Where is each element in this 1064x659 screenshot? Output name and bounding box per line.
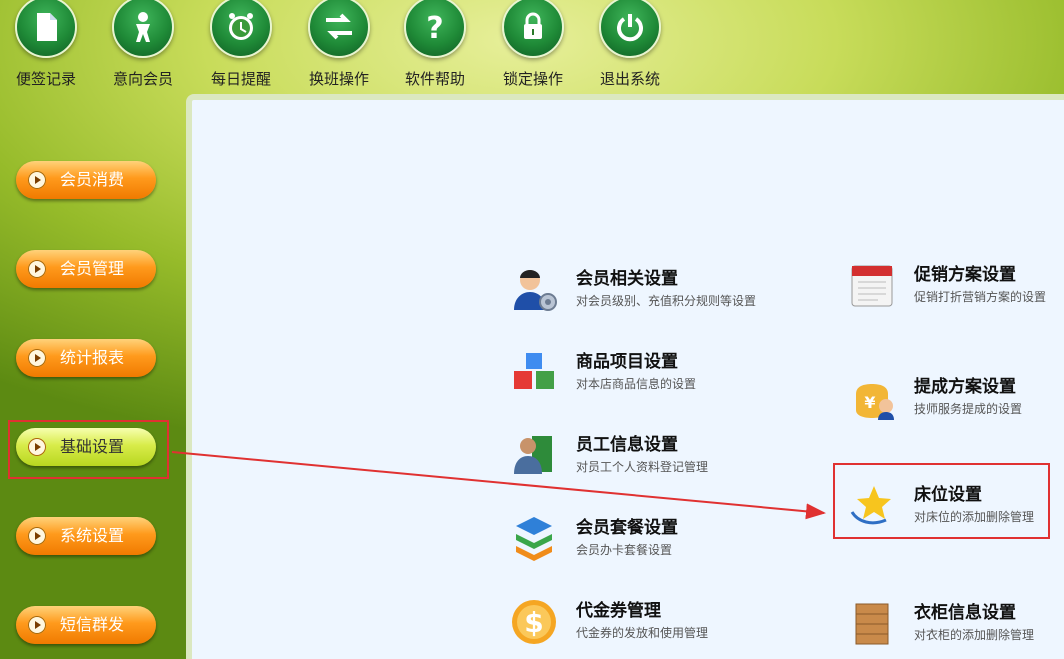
stacked-layers-icon bbox=[510, 515, 558, 563]
toolbar-label: 意向会员 bbox=[112, 70, 173, 88]
highlight-box-sidebar bbox=[8, 420, 169, 479]
item-title: 衣柜信息设置 bbox=[914, 603, 1016, 623]
item-desc: 对本店商品信息的设置 bbox=[576, 377, 697, 391]
toolbar-reminder-button[interactable]: 每日提醒 bbox=[196, 0, 286, 89]
toolbar-label: 软件帮助 bbox=[404, 70, 465, 88]
svg-text:$: $ bbox=[524, 606, 543, 639]
sidebar-item-label: 短信群发 bbox=[60, 615, 125, 634]
item-desc: 对衣柜的添加删除管理 bbox=[914, 628, 1035, 642]
dollar-coin-icon: $ bbox=[510, 598, 558, 646]
money-bag-icon: ¥ bbox=[848, 374, 896, 422]
settings-panel: 会员相关设置 对会员级别、充值积分规则等设置 商品项目设置 对本店商品信息的设置… bbox=[186, 94, 1064, 659]
svg-text:¥: ¥ bbox=[864, 393, 875, 412]
highlight-box-bed-settings bbox=[833, 463, 1050, 539]
sidebar-item-system-settings[interactable]: 系统设置 bbox=[16, 517, 156, 555]
item-desc: 技师服务提成的设置 bbox=[914, 402, 1023, 416]
item-title: 会员相关设置 bbox=[576, 269, 678, 289]
item-title: 促销方案设置 bbox=[914, 265, 1016, 285]
item-title: 提成方案设置 bbox=[914, 377, 1016, 397]
item-desc: 对会员级别、充值积分规则等设置 bbox=[576, 294, 757, 308]
toolbar-notes-button[interactable]: 便签记录 bbox=[1, 0, 91, 89]
play-icon bbox=[28, 349, 46, 367]
top-toolbar: 便签记录 意向会员 每日提醒 换班操作 ? 软件帮助 锁定操作 退出系统 bbox=[0, 0, 700, 92]
item-title: 商品项目设置 bbox=[576, 352, 678, 372]
person-icon bbox=[112, 0, 174, 58]
toolbar-label: 每日提醒 bbox=[210, 70, 271, 88]
play-icon bbox=[28, 171, 46, 189]
employee-book-icon bbox=[510, 432, 558, 480]
sidebar-item-label: 会员消费 bbox=[60, 170, 125, 189]
toolbar-exit-button[interactable]: 退出系统 bbox=[585, 0, 675, 89]
lock-icon bbox=[502, 0, 564, 58]
play-icon bbox=[28, 616, 46, 634]
swap-arrows-icon bbox=[308, 0, 370, 58]
sidebar-item-member-consume[interactable]: 会员消费 bbox=[16, 161, 156, 199]
toolbar-label: 锁定操作 bbox=[502, 70, 563, 88]
member-settings-icon bbox=[510, 266, 558, 314]
toolbar-shift-button[interactable]: 换班操作 bbox=[294, 0, 384, 89]
cubes-icon bbox=[510, 349, 558, 397]
toolbar-help-button[interactable]: ? 软件帮助 bbox=[390, 0, 480, 89]
item-title: 会员套餐设置 bbox=[576, 518, 678, 538]
item-desc: 会员办卡套餐设置 bbox=[576, 543, 673, 557]
sidebar-item-sms[interactable]: 短信群发 bbox=[16, 606, 156, 644]
item-title: 代金券管理 bbox=[576, 601, 661, 621]
sidebar-item-label: 统计报表 bbox=[60, 348, 125, 367]
sidebar-item-member-manage[interactable]: 会员管理 bbox=[16, 250, 156, 288]
power-icon bbox=[599, 0, 661, 58]
item-title: 员工信息设置 bbox=[576, 435, 678, 455]
wooden-cabinet-icon bbox=[848, 600, 896, 648]
toolbar-prospects-button[interactable]: 意向会员 bbox=[98, 0, 188, 89]
toolbar-label: 退出系统 bbox=[599, 70, 660, 88]
play-icon bbox=[28, 260, 46, 278]
calendar-icon bbox=[848, 262, 896, 310]
alarm-clock-icon bbox=[210, 0, 272, 58]
item-desc: 促销打折营销方案的设置 bbox=[914, 290, 1047, 304]
play-icon bbox=[28, 527, 46, 545]
toolbar-label: 换班操作 bbox=[308, 70, 369, 88]
toolbar-lock-button[interactable]: 锁定操作 bbox=[488, 0, 578, 89]
sidebar-item-label: 会员管理 bbox=[60, 259, 125, 278]
sidebar-item-label: 系统设置 bbox=[60, 526, 125, 545]
toolbar-label: 便签记录 bbox=[15, 70, 76, 88]
sidebar-nav: 会员消费 会员管理 统计报表 基础设置 系统设置 短信群发 bbox=[0, 92, 186, 659]
question-icon: ? bbox=[404, 0, 466, 58]
document-icon bbox=[15, 0, 77, 58]
item-desc: 代金券的发放和使用管理 bbox=[576, 626, 709, 640]
svg-text:?: ? bbox=[426, 11, 443, 43]
sidebar-item-reports[interactable]: 统计报表 bbox=[16, 339, 156, 377]
item-desc: 对员工个人资料登记管理 bbox=[576, 460, 709, 474]
